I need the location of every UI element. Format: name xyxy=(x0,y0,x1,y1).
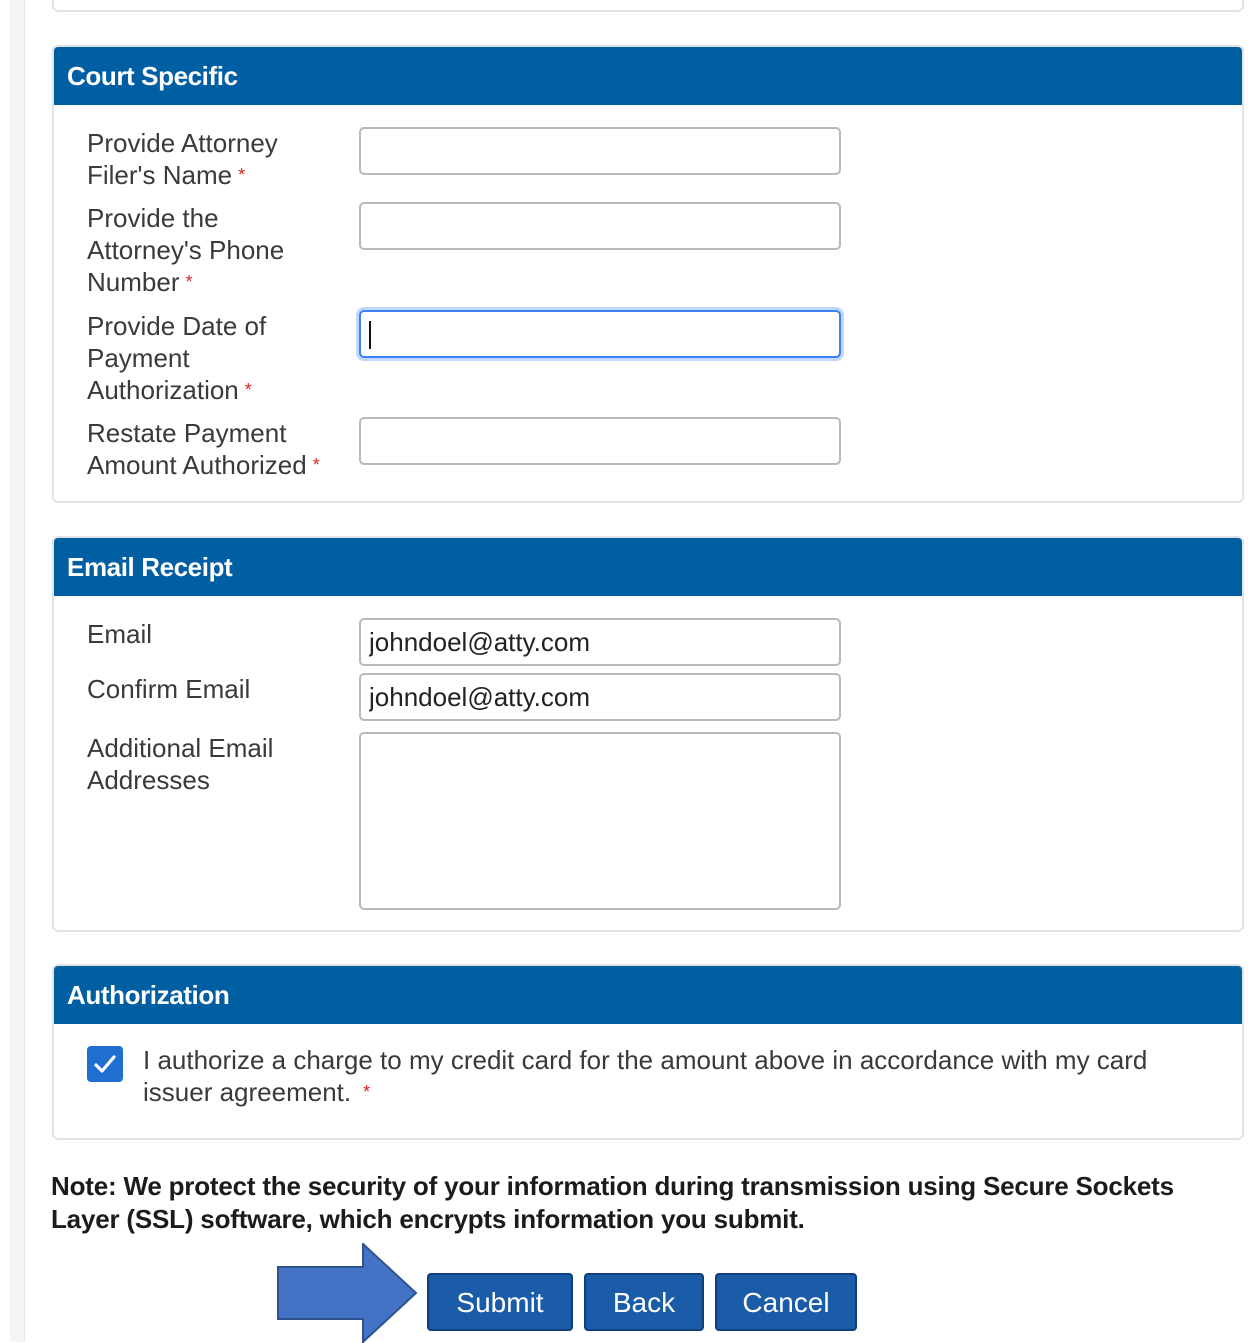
payment-date-label: Provide Date of Payment Authorization * xyxy=(87,311,267,405)
required-asterisk: * xyxy=(185,272,193,292)
payment-amount-input[interactable] xyxy=(359,417,841,465)
left-page-border xyxy=(10,0,25,1342)
required-asterisk: * xyxy=(238,165,246,185)
authorization-text: I authorize a charge to my credit card f… xyxy=(143,1045,1148,1107)
required-asterisk: * xyxy=(312,455,320,475)
court-specific-panel: Court Specific Provide Attorney Filer's … xyxy=(52,45,1244,503)
email-receipt-panel: Email Receipt Email Confirm Email Additi… xyxy=(52,536,1244,932)
additional-email-label: Additional Email Addresses xyxy=(87,733,274,795)
text-cursor xyxy=(369,321,371,349)
required-asterisk: * xyxy=(244,380,252,400)
attorney-phone-label: Provide the Attorney's Phone Number * xyxy=(87,203,285,297)
ssl-security-note: Note: We protect the security of your in… xyxy=(51,1171,1174,1234)
previous-panel-bottom-edge xyxy=(52,0,1244,12)
confirm-email-input[interactable] xyxy=(359,673,841,721)
authorization-panel: Authorization I authorize a charge to my… xyxy=(52,964,1244,1140)
back-button[interactable]: Back xyxy=(584,1273,704,1331)
submit-button[interactable]: Submit xyxy=(427,1273,573,1331)
court-specific-header: Court Specific xyxy=(54,47,1242,105)
authorization-header: Authorization xyxy=(54,966,1242,1024)
payment-date-input[interactable] xyxy=(359,310,841,358)
additional-email-textarea[interactable] xyxy=(359,732,841,910)
email-input[interactable] xyxy=(359,618,841,666)
payment-amount-label: Restate Payment Amount Authorized * xyxy=(87,418,320,480)
attorney-name-label: Provide Attorney Filer's Name * xyxy=(87,128,278,190)
attorney-name-input[interactable] xyxy=(359,127,841,175)
cancel-button[interactable]: Cancel xyxy=(715,1273,857,1331)
email-label: Email xyxy=(87,619,153,649)
email-receipt-header: Email Receipt xyxy=(54,538,1242,596)
checkmark-icon xyxy=(94,1055,116,1073)
attorney-phone-input[interactable] xyxy=(359,202,841,250)
confirm-email-label: Confirm Email xyxy=(87,674,251,704)
authorization-checkbox[interactable] xyxy=(87,1046,123,1082)
required-asterisk: * xyxy=(363,1082,371,1102)
arrow-right-icon xyxy=(277,1243,418,1343)
